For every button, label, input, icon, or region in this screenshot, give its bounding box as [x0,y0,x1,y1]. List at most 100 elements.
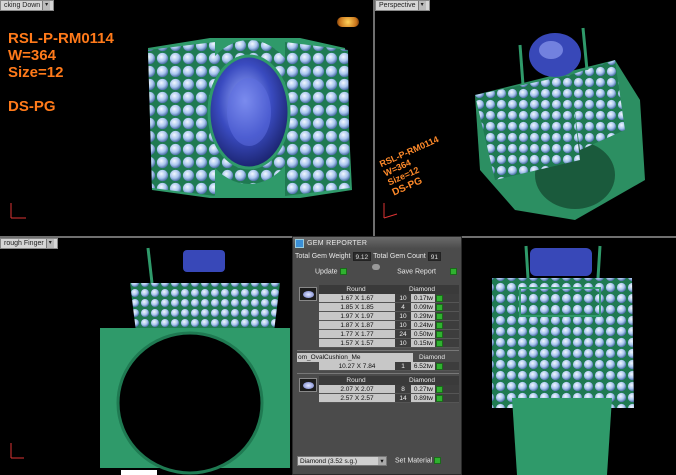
gem-count: 10 [399,295,407,302]
update-go-icon[interactable] [339,268,347,275]
table-row[interactable]: 1.97 X 1.97 10 0.29tw [319,312,459,321]
save-report-label: Save Report [397,268,436,276]
gem-reporter-logo-icon [295,238,304,248]
gem-group-header: Round Diamond [319,376,459,385]
axis-gizmo-icon [10,443,24,459]
row-select-icon[interactable] [436,386,443,393]
gem-count: 10 [399,322,407,329]
gem-carat: 0.50tw [411,330,435,338]
save-report-button[interactable]: Save Report [397,268,457,275]
gem-thumbnail[interactable] [299,378,317,392]
viewport-label-text: rough Finger [4,240,44,247]
chevron-down-icon[interactable]: ▾ [45,239,54,248]
chevron-down-icon[interactable]: ▾ [378,457,386,465]
model-code: RSL-P-RM0114 [8,30,114,47]
viewport-side[interactable] [462,238,676,475]
table-row[interactable]: 1.67 X 1.67 10 0.17tw [319,294,459,303]
viewport-label-text: Perspective [379,2,416,9]
save-report-go-icon[interactable] [450,268,457,275]
axis-gizmo-icon [10,203,26,219]
row-select-icon[interactable] [436,313,443,320]
table-row[interactable]: 1.57 X 1.57 10 0.15tw [319,339,459,348]
table-row[interactable]: 2.57 X 2.57 14 0.89tw [319,394,459,403]
total-weight-label: Total Gem Weight [295,253,351,260]
set-material-button[interactable]: Set Material [395,457,442,465]
gem-group: Round Diamond 1.67 X 1.67 10 0.17tw 1.85 X… [297,285,459,348]
total-weight-value: 9.12 [352,252,372,261]
gem-count: 8 [401,386,405,393]
gem-group: om_OvalCushion_Me Diamond 10.27 X 7.84 1 6… [297,353,459,371]
table-row[interactable]: 2.07 X 2.07 8 0.27tw [319,385,459,394]
table-row[interactable]: 10.27 X 7.84 1 6.52tw [319,362,459,371]
ring-front-view-graphic [492,245,634,475]
gem-material: Diamond [408,286,435,293]
update-label: Update [315,268,338,276]
gem-thumbnail[interactable] [299,287,317,301]
total-count-value: 91 [427,252,441,261]
design-code: DS-PG [8,98,56,115]
gem-shape: Round [346,286,366,293]
gem-carat: 0.27tw [411,385,435,393]
collapse-toggle-icon[interactable] [372,264,380,270]
divider [297,373,459,374]
weight-text: W=364 [8,47,56,64]
gem-count: 24 [399,331,407,338]
gem-reporter-titlebar[interactable]: GEM REPORTER [293,237,461,249]
viewport-label-text: cking Down [4,2,41,9]
gem-size: 1.85 X 1.85 [319,303,395,311]
row-select-icon[interactable] [436,331,443,338]
cad-workspace: cking Down ▾ RSL-P-RM0114 W=364 Size=12 D… [0,0,676,475]
gem-shape: Round [346,377,366,384]
row-select-icon[interactable] [436,304,443,311]
table-row[interactable]: 1.87 X 1.87 10 0.24tw [319,321,459,330]
axis-gizmo-icon [383,203,398,219]
ring-info-block: RSL-P-RM0114 W=364 Size=12 DS-PG [8,30,114,115]
material-select-value: Diamond (3.52 s.g.) [300,458,358,465]
size-text: Size=12 [8,64,64,81]
chevron-down-icon[interactable]: ▾ [42,1,51,10]
gem-count: 1 [401,363,405,370]
gem-reporter-panel: GEM REPORTER Total Gem Weight 9.12 Total… [292,236,462,475]
table-row[interactable]: 1.85 X 1.85 4 0.09tw [319,303,459,312]
gem-carat: 0.09tw [411,303,435,311]
viewport-looking-down[interactable]: cking Down ▾ RSL-P-RM0114 W=364 Size=12 D… [0,0,373,236]
viewport-perspective[interactable]: Perspective ▾ [375,0,676,236]
gem-count: 10 [399,340,407,347]
gem-count: 10 [399,313,407,320]
viewport-label[interactable]: rough Finger ▾ [0,238,58,249]
gem-size: 1.97 X 1.97 [319,312,395,320]
row-select-icon[interactable] [436,322,443,329]
row-select-icon[interactable] [436,395,443,402]
gem-material: Diamond [418,354,445,361]
gem-size: 1.57 X 1.57 [319,339,395,347]
gem-group: Round Diamond 2.07 X 2.07 8 0.27tw 2.57 X … [297,376,459,403]
gem-carat: 6.52tw [411,362,435,370]
gem-carat: 0.89tw [411,394,435,402]
material-bar: Diamond (3.52 s.g.) ▾ Set Material [297,456,442,466]
viewport-label[interactable]: cking Down ▾ [0,0,55,11]
gem-group-header: Round Diamond [319,285,459,294]
update-button[interactable]: Update [315,268,347,275]
row-select-icon[interactable] [436,340,443,347]
gem-material: Diamond [408,377,435,384]
gem-carat: 0.29tw [411,312,435,320]
set-material-go-icon[interactable] [434,457,442,465]
gem-count: 4 [401,304,405,311]
row-select-icon[interactable] [436,363,443,370]
set-material-label: Set Material [395,457,433,465]
gem-carat: 0.15tw [411,339,435,347]
totals-row: Total Gem Weight 9.12 Total Gem Count 91 [293,249,461,264]
divider [297,350,459,351]
row-select-icon[interactable] [436,295,443,302]
viewport-through-finger[interactable]: rough Finger ▾ [0,238,290,475]
material-select[interactable]: Diamond (3.52 s.g.) ▾ [297,456,387,466]
table-row[interactable]: 1.77 X 1.77 24 0.50tw [319,330,459,339]
gem-size: 2.07 X 2.07 [319,385,395,393]
gem-size: 2.57 X 2.57 [319,394,395,402]
chevron-down-icon[interactable]: ▾ [417,1,426,10]
viewport-label[interactable]: Perspective ▾ [375,0,430,11]
tooltip-stub [121,470,157,475]
logo-badge [337,17,359,27]
ring-side-view-graphic [100,247,290,475]
total-count-label: Total Gem Count [373,253,426,260]
